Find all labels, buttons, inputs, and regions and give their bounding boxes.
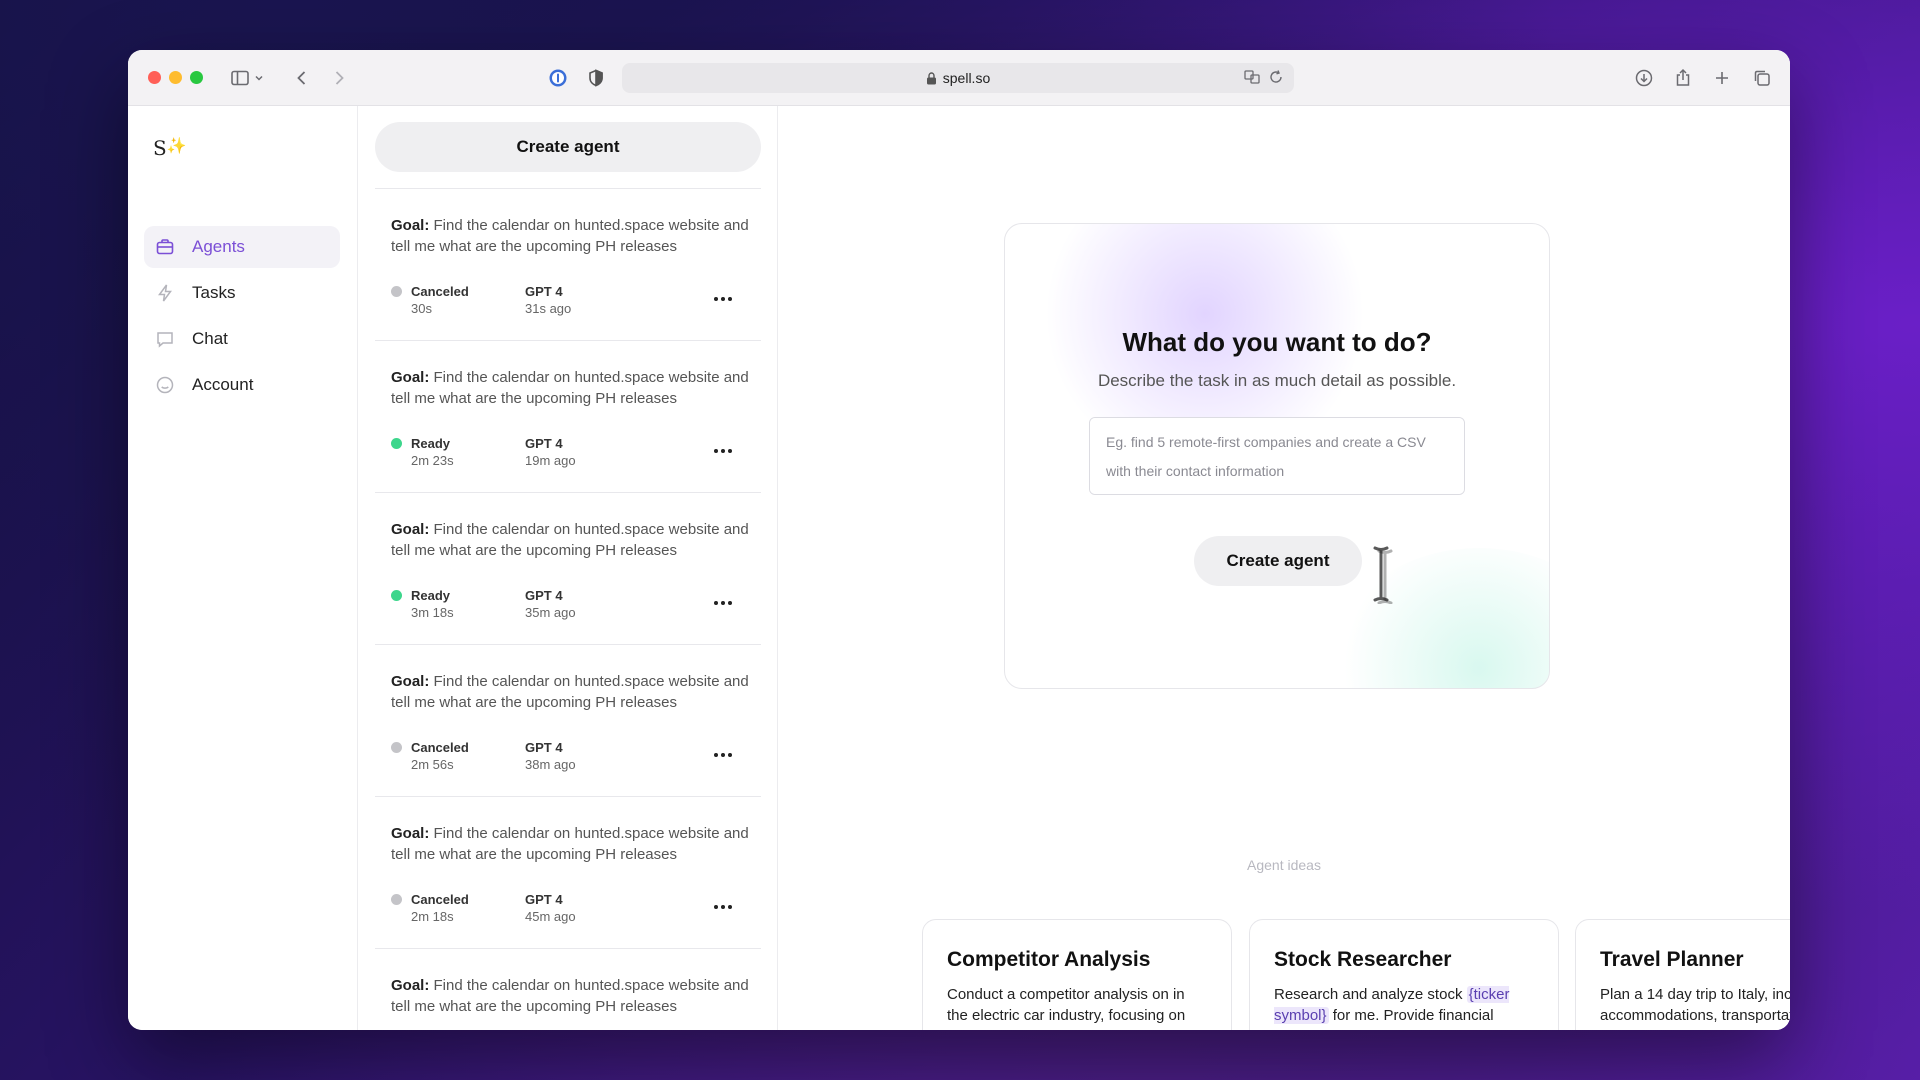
sidebar-toggle-icon[interactable] xyxy=(228,66,252,90)
agent-goal: Goal: Find the calendar on hunted.space … xyxy=(391,673,749,711)
translate-icon[interactable] xyxy=(1244,69,1260,85)
create-agent-card: What do you want to do? Describe the tas… xyxy=(1004,223,1550,689)
password-manager-icon[interactable] xyxy=(546,66,570,90)
chevron-down-icon[interactable] xyxy=(252,66,266,90)
status-badge: Canceled 30s xyxy=(391,283,469,317)
more-options-icon[interactable] xyxy=(711,897,735,917)
idea-title: Travel Planner xyxy=(1600,948,1744,971)
more-options-icon[interactable] xyxy=(711,289,735,309)
agent-ideas-label: Agent ideas xyxy=(1247,857,1321,873)
reload-icon[interactable] xyxy=(1268,69,1284,85)
new-tab-icon[interactable] xyxy=(1710,66,1734,90)
sidebar: S✨ Agents Tasks Chat Account xyxy=(128,106,358,1030)
agent-model: GPT 4 38m ago xyxy=(525,740,576,772)
status-dot xyxy=(391,742,402,753)
sidebar-item-account[interactable]: Account xyxy=(144,364,340,406)
idea-description: Plan a 14 day trip to Italy, including a… xyxy=(1600,986,1790,1030)
create-agent-button[interactable]: Create agent xyxy=(375,122,761,172)
agent-goal: Goal: Find the calendar on hunted.space … xyxy=(391,217,749,255)
idea-card-competitor-analysis[interactable]: Competitor Analysis Conduct a competitor… xyxy=(922,919,1232,1030)
sidebar-item-agents[interactable]: Agents xyxy=(144,226,340,268)
agent-model: GPT 4 31s ago xyxy=(525,284,572,316)
lightning-icon xyxy=(154,282,176,304)
status-dot xyxy=(391,286,402,297)
agent-goal: Goal: Find the calendar on hunted.space … xyxy=(391,369,749,407)
more-options-icon[interactable] xyxy=(711,593,735,613)
idea-card-travel-planner[interactable]: Travel Planner Plan a 14 day trip to Ita… xyxy=(1575,919,1790,1030)
hero-subtitle: Describe the task in as much detail as p… xyxy=(1097,371,1457,390)
sidebar-item-chat[interactable]: Chat xyxy=(144,318,340,360)
download-icon[interactable] xyxy=(1632,66,1656,90)
agent-card[interactable]: Goal: Find the calendar on hunted.space … xyxy=(375,796,761,948)
sidebar-item-label: Agents xyxy=(192,237,245,256)
browser-toolbar: spell.so xyxy=(128,50,1790,106)
hero-title: What do you want to do? xyxy=(1122,327,1432,357)
text-cursor-icon xyxy=(1373,546,1393,604)
zoom-window-button[interactable] xyxy=(190,71,203,84)
sidebar-item-tasks[interactable]: Tasks xyxy=(144,272,340,314)
agent-list: Create agent Goal: Find the calendar on … xyxy=(358,106,778,1030)
chat-bubble-icon xyxy=(154,328,176,350)
agent-card[interactable]: Goal: Find the calendar on hunted.space … xyxy=(375,188,761,340)
shield-icon[interactable] xyxy=(584,66,608,90)
share-icon[interactable] xyxy=(1671,66,1695,90)
agent-model: GPT 4 19m ago xyxy=(525,436,576,468)
browser-window: spell.so S✨ Agents Tasks Chat Account Cr… xyxy=(128,50,1790,1030)
status-badge: Canceled 2m 56s xyxy=(391,739,469,773)
agent-card[interactable]: Goal: Find the calendar on hunted.space … xyxy=(375,492,761,644)
address-bar[interactable]: spell.so xyxy=(622,63,1294,93)
main-panel: What do you want to do? Describe the tas… xyxy=(778,106,1790,1030)
briefcase-icon xyxy=(154,236,176,258)
status-dot xyxy=(391,590,402,601)
lock-icon xyxy=(926,71,936,84)
status-dot xyxy=(391,438,402,449)
create-agent-submit-button[interactable]: Create agent xyxy=(1194,536,1362,586)
agent-goal: Goal: Find the calendar on hunted.space … xyxy=(391,977,749,1015)
agent-model: GPT 4 35m ago xyxy=(525,588,576,620)
agent-card[interactable]: Goal: Find the calendar on hunted.space … xyxy=(375,340,761,492)
agent-goal: Goal: Find the calendar on hunted.space … xyxy=(391,521,749,559)
idea-description: Conduct a competitor analysis on in the … xyxy=(947,986,1186,1030)
status-badge: Canceled 2m 18s xyxy=(391,891,469,925)
address-url: spell.so xyxy=(942,70,991,86)
minimize-window-button[interactable] xyxy=(169,71,182,84)
agent-model: GPT 4 45m ago xyxy=(525,892,576,924)
task-description-input[interactable] xyxy=(1089,417,1465,495)
more-options-icon[interactable] xyxy=(711,441,735,461)
app-logo[interactable]: S✨ xyxy=(153,136,187,160)
sidebar-item-label: Account xyxy=(192,375,254,394)
smiley-icon xyxy=(154,374,176,396)
agent-goal: Goal: Find the calendar on hunted.space … xyxy=(391,825,749,863)
status-badge: Ready 3m 18s xyxy=(391,587,454,621)
status-dot xyxy=(391,894,402,905)
idea-description: Research and analyze stock {ticker symbo… xyxy=(1274,986,1510,1030)
idea-title: Competitor Analysis xyxy=(947,948,1151,971)
back-icon[interactable] xyxy=(290,66,314,90)
agent-card[interactable]: Goal: Find the calendar on hunted.space … xyxy=(375,644,761,796)
agent-card[interactable]: Goal: Find the calendar on hunted.space … xyxy=(375,948,761,1030)
sparkle-icon: ✨ xyxy=(166,136,187,155)
sidebar-item-label: Tasks xyxy=(192,283,236,302)
status-badge: Ready 2m 23s xyxy=(391,435,454,469)
close-window-button[interactable] xyxy=(148,71,161,84)
forward-icon[interactable] xyxy=(327,66,351,90)
idea-title: Stock Researcher xyxy=(1274,948,1452,971)
tab-overview-icon[interactable] xyxy=(1750,66,1774,90)
sidebar-item-label: Chat xyxy=(192,329,228,348)
more-options-icon[interactable] xyxy=(711,745,735,765)
idea-card-stock-researcher[interactable]: Stock Researcher Research and analyze st… xyxy=(1249,919,1559,1030)
